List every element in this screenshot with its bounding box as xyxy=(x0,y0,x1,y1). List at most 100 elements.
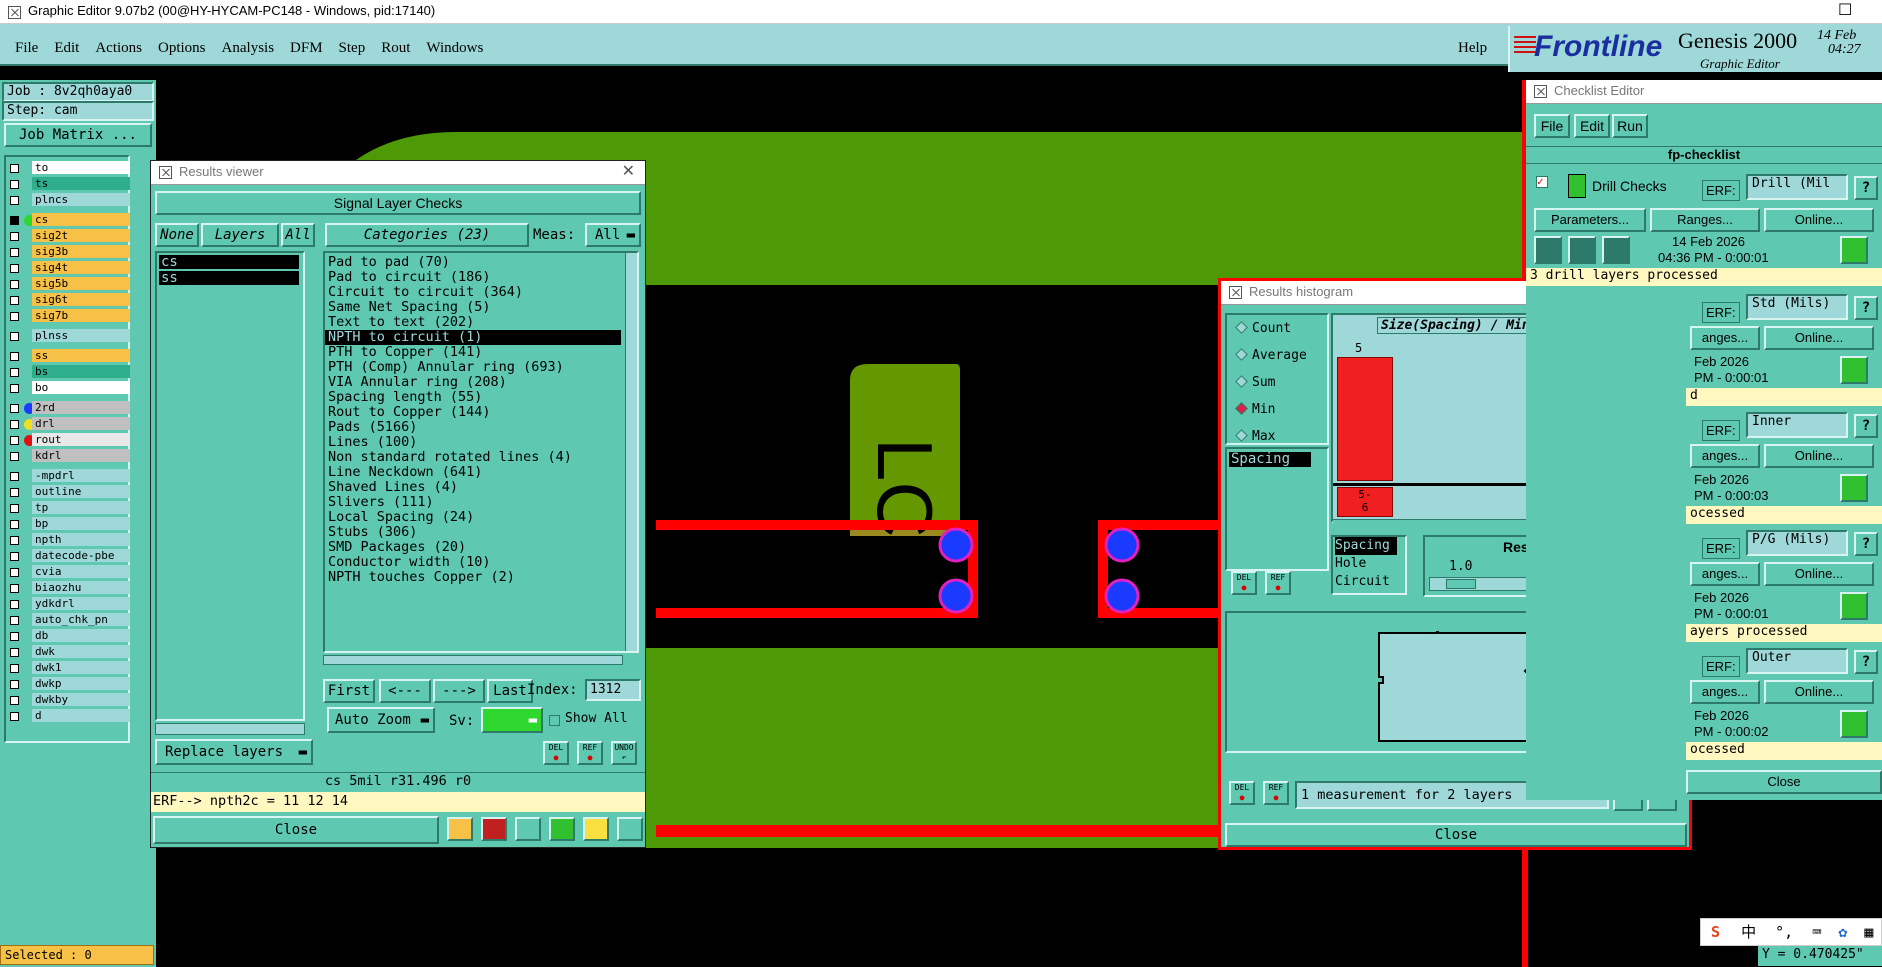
layer-checkbox[interactable] xyxy=(10,712,19,721)
run-icon-1[interactable] xyxy=(1534,236,1562,264)
menu-file[interactable]: File xyxy=(15,40,38,57)
erf-field-5[interactable]: Outer xyxy=(1746,648,1848,674)
layer-checkbox[interactable] xyxy=(10,600,19,609)
del-button[interactable]: DEL ● xyxy=(543,741,569,765)
layer-checkbox[interactable] xyxy=(10,648,19,657)
layer-row-bp[interactable]: bp xyxy=(8,517,130,531)
signal-layer-checks-header[interactable]: Signal Layer Checks xyxy=(155,191,641,215)
category-item[interactable]: Conductor width (10) xyxy=(325,555,637,570)
categories-button[interactable]: Categories (23) xyxy=(325,223,529,247)
layer-checkbox[interactable] xyxy=(10,452,19,461)
online-button[interactable]: Online... xyxy=(1764,562,1874,586)
layer-result-item[interactable]: cs xyxy=(159,255,299,269)
layer-row-ydkdrl[interactable]: ydkdrl xyxy=(8,597,130,611)
category-item[interactable]: Stubs (306) xyxy=(325,525,637,540)
auto-zoom-dropdown[interactable]: Auto Zoom ▬ xyxy=(327,707,435,733)
undo-button[interactable]: UNDO ↶ xyxy=(611,741,637,765)
mode-sum[interactable]: Sum xyxy=(1235,375,1275,390)
layer-row-to[interactable]: to xyxy=(8,161,130,175)
layer-row-biaozhu[interactable]: biaozhu xyxy=(8,581,130,595)
type-item[interactable]: Hole xyxy=(1335,555,1405,573)
none-button[interactable]: None xyxy=(155,223,199,247)
mode-average[interactable]: Average xyxy=(1235,348,1307,363)
category-item[interactable]: Pads (5166) xyxy=(325,420,637,435)
layer-checkbox[interactable] xyxy=(10,436,19,445)
ranges-button[interactable]: anges... xyxy=(1690,680,1760,704)
category-item[interactable]: NPTH touches Copper (2) xyxy=(325,570,637,585)
mode-min[interactable]: Min xyxy=(1235,402,1275,417)
erf-field-4[interactable]: P/G (Mils) xyxy=(1746,530,1848,556)
close-button[interactable]: Close xyxy=(153,816,439,844)
layer-row-cvia[interactable]: cvia xyxy=(8,565,130,579)
erf-field-3[interactable]: Inner xyxy=(1746,412,1848,438)
help-icon[interactable]: ? xyxy=(1854,176,1878,200)
ranges-button[interactable]: anges... xyxy=(1690,444,1760,468)
layer-checkbox[interactable] xyxy=(10,164,19,173)
zoom-icon[interactable] xyxy=(1840,474,1868,502)
checklist-menu-run[interactable]: Run xyxy=(1612,114,1648,138)
layer-checkbox[interactable] xyxy=(10,352,19,361)
histogram-list-item[interactable]: Spacing xyxy=(1229,452,1311,467)
zoom-icon[interactable] xyxy=(1840,710,1868,738)
category-item[interactable]: PTH to Copper (141) xyxy=(325,345,637,360)
category-item[interactable]: Shaved Lines (4) xyxy=(325,480,637,495)
histogram-close-button[interactable]: Close xyxy=(1225,823,1687,847)
ref-button[interactable]: REF ● xyxy=(1265,571,1291,595)
layer-checkbox[interactable] xyxy=(10,472,19,481)
layer-checkbox[interactable] xyxy=(10,568,19,577)
help-icon[interactable]: ? xyxy=(1854,650,1878,674)
help-icon[interactable]: ? xyxy=(1854,414,1878,438)
del-button[interactable]: DEL ● xyxy=(1229,781,1255,805)
category-item[interactable]: Non standard rotated lines (4) xyxy=(325,450,637,465)
type-list[interactable]: Spacing Hole Circuit xyxy=(1331,535,1407,595)
layer-row-outline[interactable]: outline xyxy=(8,485,130,499)
category-item[interactable]: Spacing length (55) xyxy=(325,390,637,405)
menu-actions[interactable]: Actions xyxy=(95,40,142,57)
layer-row-d[interactable]: d xyxy=(8,709,130,723)
run-icon-2[interactable] xyxy=(1568,236,1596,264)
ref-button[interactable]: REF ● xyxy=(577,741,603,765)
layer-checkbox[interactable] xyxy=(10,696,19,705)
menu-rout[interactable]: Rout xyxy=(381,40,410,57)
layer-row-dwk[interactable]: dwk xyxy=(8,645,130,659)
layer-row-dwkby[interactable]: dwkby xyxy=(8,693,130,707)
layer-row-plncs[interactable]: plncs xyxy=(8,193,130,207)
category-hscroll[interactable] xyxy=(323,655,623,665)
menu-analysis[interactable]: Analysis xyxy=(222,40,275,57)
checklist-menu-file[interactable]: File xyxy=(1534,114,1570,138)
parameters-button[interactable]: Parameters... xyxy=(1534,208,1646,232)
del-button[interactable]: DEL ● xyxy=(1231,571,1257,595)
layer-checkbox[interactable] xyxy=(10,680,19,689)
layer-row-mpdrl[interactable]: -mpdrl xyxy=(8,469,130,483)
layer-checkbox[interactable] xyxy=(10,504,19,513)
menu-windows[interactable]: Windows xyxy=(426,40,483,57)
layer-row-db[interactable]: db xyxy=(8,629,130,643)
layer-checkbox[interactable] xyxy=(10,264,19,273)
layer-row-dwk1[interactable]: dwk1 xyxy=(8,661,130,675)
ref-button[interactable]: REF ● xyxy=(1263,781,1289,805)
ime-tray[interactable]: S 中 °, ⌨ ✿ ▦ xyxy=(1700,918,1882,946)
layer-row-datecodepbe[interactable]: datecode-pbe xyxy=(8,549,130,563)
replace-layers-dropdown[interactable]: Replace layers ▬ xyxy=(155,739,313,765)
online-button[interactable]: Online... xyxy=(1764,208,1874,232)
online-button[interactable]: Online... xyxy=(1764,444,1874,468)
layer-checkbox[interactable] xyxy=(10,616,19,625)
layer-checkbox[interactable] xyxy=(10,280,19,289)
layer-checkbox[interactable] xyxy=(10,196,19,205)
check-flag-icon[interactable]: ✓ xyxy=(1536,176,1548,188)
histogram-list[interactable]: Spacing xyxy=(1225,447,1329,571)
layer-row-ss[interactable]: ss xyxy=(8,349,130,363)
layer-row-sig2t[interactable]: sig2t xyxy=(8,229,130,243)
type-item[interactable]: Circuit xyxy=(1335,573,1405,591)
layer-checkbox[interactable] xyxy=(10,216,19,225)
layer-checkbox[interactable] xyxy=(10,248,19,257)
layer-checkbox[interactable] xyxy=(10,420,19,429)
layer-row-bs[interactable]: bs xyxy=(8,365,130,379)
layer-row-cs[interactable]: cs xyxy=(8,213,130,227)
layer-row-sig7b[interactable]: sig7b xyxy=(8,309,130,323)
layer-checkbox[interactable] xyxy=(10,332,19,341)
layer-row-2rd[interactable]: 2rd xyxy=(8,401,130,415)
layer-row-autochkpn[interactable]: auto_chk_pn xyxy=(8,613,130,627)
toolbar-icon-3[interactable] xyxy=(515,817,541,841)
layer-row-sig6t[interactable]: sig6t xyxy=(8,293,130,307)
